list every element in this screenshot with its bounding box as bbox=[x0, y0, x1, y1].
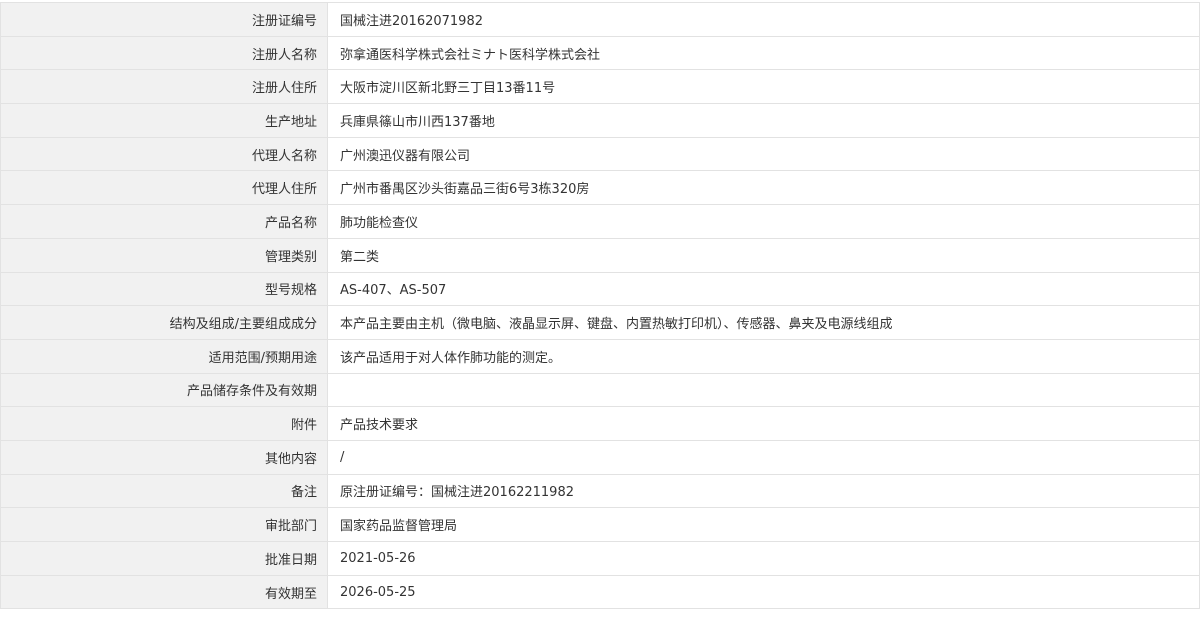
field-value: 弥拿通医科学株式会社ミナト医科学株式会社 bbox=[327, 35, 1200, 71]
table-row: 适用范围/预期用途 该产品适用于对人体作肺功能的测定。 bbox=[0, 338, 1200, 374]
table-row: 型号规格 AS-407、AS-507 bbox=[0, 271, 1200, 307]
registration-detail-table: 注册证编号 国械注进20162071982 注册人名称 弥拿通医科学株式会社ミナ… bbox=[0, 2, 1200, 610]
field-label: 代理人住所 bbox=[0, 170, 328, 206]
field-value: 国家药品监督管理局 bbox=[327, 507, 1200, 542]
field-value: 2026-05-25 bbox=[327, 574, 1200, 610]
field-value: 广州澳迅仪器有限公司 bbox=[327, 136, 1200, 172]
field-label: 有效期至 bbox=[0, 574, 328, 610]
table-row: 管理类别 第二类 bbox=[0, 237, 1200, 273]
field-value: 2021-05-26 bbox=[327, 541, 1200, 576]
field-label: 备注 bbox=[0, 473, 328, 509]
table-row: 备注 原注册证编号：国械注进20162211982 bbox=[0, 473, 1200, 509]
field-value: 大阪市淀川区新北野三丁目13番11号 bbox=[327, 69, 1200, 105]
field-label: 产品储存条件及有效期 bbox=[0, 372, 328, 408]
field-label: 附件 bbox=[0, 406, 328, 441]
field-value: 第二类 bbox=[327, 237, 1200, 273]
field-label: 批准日期 bbox=[0, 541, 328, 576]
field-value bbox=[327, 372, 1200, 408]
field-label: 型号规格 bbox=[0, 271, 328, 307]
field-label: 审批部门 bbox=[0, 507, 328, 542]
table-row: 代理人住所 广州市番禺区沙头街嘉品三街6号3栋320房 bbox=[0, 170, 1200, 206]
field-value: 产品技术要求 bbox=[327, 406, 1200, 441]
field-label: 结构及组成/主要组成成分 bbox=[0, 305, 328, 340]
field-value: 国械注进20162071982 bbox=[327, 2, 1200, 37]
field-label: 适用范围/预期用途 bbox=[0, 338, 328, 374]
table-row: 代理人名称 广州澳迅仪器有限公司 bbox=[0, 136, 1200, 172]
field-label: 注册人名称 bbox=[0, 35, 328, 71]
field-value: 广州市番禺区沙头街嘉品三街6号3栋320房 bbox=[327, 170, 1200, 206]
field-value: 肺功能检查仪 bbox=[327, 204, 1200, 239]
field-label: 注册证编号 bbox=[0, 2, 328, 37]
table-row: 其他内容 / bbox=[0, 439, 1200, 475]
field-label: 其他内容 bbox=[0, 439, 328, 475]
table-row: 产品储存条件及有效期 bbox=[0, 372, 1200, 408]
field-label: 产品名称 bbox=[0, 204, 328, 239]
table-row: 审批部门 国家药品监督管理局 bbox=[0, 507, 1200, 542]
field-value: 本产品主要由主机（微电脑、液晶显示屏、键盘、内置热敏打印机）、传感器、鼻夹及电源… bbox=[327, 305, 1200, 340]
table-row: 批准日期 2021-05-26 bbox=[0, 541, 1200, 576]
table-row: 注册证编号 国械注进20162071982 bbox=[0, 2, 1200, 37]
field-value: / bbox=[327, 439, 1200, 475]
table-row: 附件 产品技术要求 bbox=[0, 406, 1200, 441]
table-row: 产品名称 肺功能检查仪 bbox=[0, 204, 1200, 239]
field-label: 管理类别 bbox=[0, 237, 328, 273]
table-row: 生产地址 兵庫県篠山市川西137番地 bbox=[0, 103, 1200, 138]
field-value: 兵庫県篠山市川西137番地 bbox=[327, 103, 1200, 138]
table-row: 结构及组成/主要组成成分 本产品主要由主机（微电脑、液晶显示屏、键盘、内置热敏打… bbox=[0, 305, 1200, 340]
field-label: 生产地址 bbox=[0, 103, 328, 138]
table-row: 注册人住所 大阪市淀川区新北野三丁目13番11号 bbox=[0, 69, 1200, 105]
field-value: 原注册证编号：国械注进20162211982 bbox=[327, 473, 1200, 509]
table-row: 有效期至 2026-05-25 bbox=[0, 574, 1200, 610]
field-value: 该产品适用于对人体作肺功能的测定。 bbox=[327, 338, 1200, 374]
table-row: 注册人名称 弥拿通医科学株式会社ミナト医科学株式会社 bbox=[0, 35, 1200, 71]
field-label: 代理人名称 bbox=[0, 136, 328, 172]
field-value: AS-407、AS-507 bbox=[327, 271, 1200, 307]
field-label: 注册人住所 bbox=[0, 69, 328, 105]
